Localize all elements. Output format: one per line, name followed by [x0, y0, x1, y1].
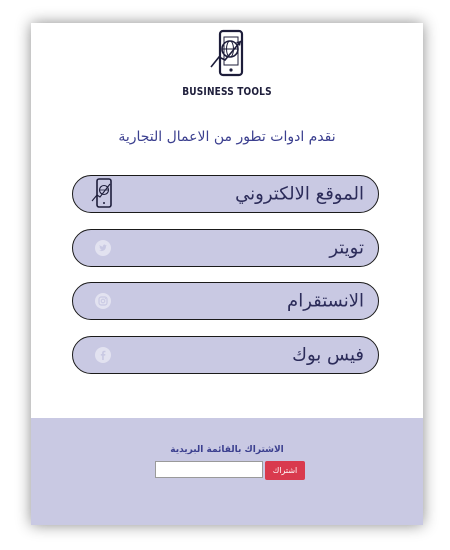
instagram-icon: [95, 293, 111, 309]
facebook-link-button[interactable]: فيس بوك: [72, 336, 379, 374]
twitter-link-button[interactable]: تويتر: [72, 229, 379, 267]
brand-name: BUSINESS TOOLS: [182, 85, 272, 98]
facebook-link-label: فيس بوك: [292, 344, 364, 366]
tagline: نقدم ادوات تطور من الاعمال التجارية: [118, 129, 336, 145]
phone-globe-logo-icon: [210, 29, 244, 77]
website-link-label: الموقع الالكتروني: [235, 183, 364, 205]
facebook-icon: [95, 347, 111, 363]
twitter-link-label: تويتر: [329, 237, 364, 259]
instagram-link-button[interactable]: الانستقرام: [72, 282, 379, 320]
newsletter-title: الاشتراك بالقائمة البريدية: [170, 445, 284, 455]
email-input[interactable]: [155, 461, 263, 478]
link-card: BUSINESS TOOLS نقدم ادوات تطور من الاعما…: [31, 23, 423, 525]
website-link-button[interactable]: الموقع الالكتروني: [72, 175, 379, 213]
phone-globe-icon: [91, 178, 112, 208]
newsletter-footer: الاشتراك بالقائمة البريدية اشتراك: [31, 418, 423, 525]
brand-logo: BUSINESS TOOLS: [31, 27, 423, 98]
instagram-link-label: الانستقرام: [287, 290, 364, 312]
subscribe-button[interactable]: اشتراك: [265, 461, 305, 480]
twitter-icon: [95, 240, 111, 256]
